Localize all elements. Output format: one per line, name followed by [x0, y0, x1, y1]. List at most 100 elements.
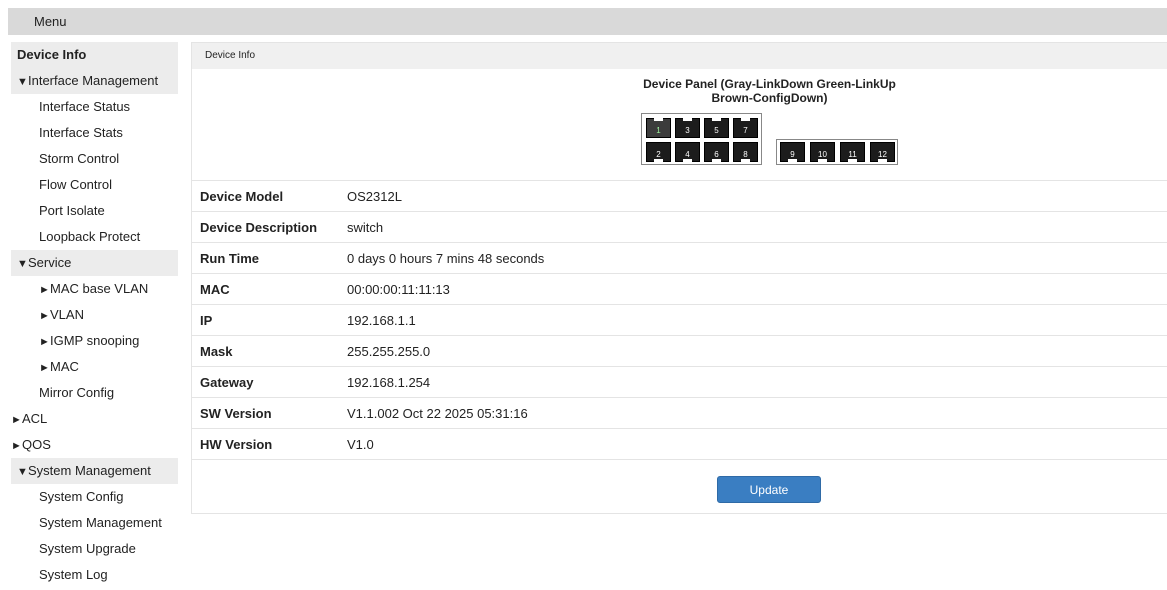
sidebar-item-label: MAC: [50, 359, 79, 374]
sidebar-item-system-log[interactable]: System Log: [11, 562, 178, 588]
collapsed-arrow-icon: ►: [39, 284, 50, 296]
sidebar-item-port-isolate[interactable]: Port Isolate: [11, 198, 178, 224]
info-row: Gateway 192.168.1.254: [192, 366, 1167, 398]
port-9[interactable]: 9: [780, 142, 805, 162]
info-key: MAC: [192, 273, 347, 305]
port-2[interactable]: 2: [646, 142, 671, 162]
collapsed-arrow-icon: ►: [39, 336, 50, 348]
port-8[interactable]: 8: [733, 142, 758, 162]
info-key: Run Time: [192, 242, 347, 274]
sidebar-item-label: QOS: [22, 437, 51, 452]
info-value: 192.168.1.1: [347, 304, 1167, 336]
sidebar-item-acl[interactable]: ►ACL: [11, 406, 178, 432]
info-row: Device Model OS2312L: [192, 181, 1167, 212]
port-group-9-12: 9 10 11 12: [776, 139, 898, 165]
sidebar-item-system-management[interactable]: System Management: [11, 510, 178, 536]
port-11[interactable]: 11: [840, 142, 865, 162]
expanded-arrow-icon: ▼: [17, 466, 28, 478]
sidebar-item-label: Interface Status: [39, 99, 131, 114]
sidebar-item-label: System Upgrade: [39, 541, 136, 556]
sidebar-item-storm-control[interactable]: Storm Control: [11, 146, 178, 172]
sidebar-item-qos[interactable]: ►QOS: [11, 432, 178, 458]
info-key: Mask: [192, 335, 347, 367]
sidebar-item-system-config[interactable]: System Config: [11, 484, 178, 510]
sidebar-item-device-info[interactable]: Device Info: [11, 42, 178, 68]
port-6[interactable]: 6: [704, 142, 729, 162]
port-group-1-8: 1 23 45 67 8: [641, 113, 762, 165]
port-3[interactable]: 3: [675, 118, 700, 138]
sidebar-item-label: Loopback Protect: [39, 229, 141, 244]
sidebar-item-label: Interface Management: [28, 73, 159, 88]
sidebar-item-igmp-snooping[interactable]: ►IGMP snooping: [11, 328, 178, 354]
info-value: 00:00:00:11:11:13: [347, 273, 1167, 305]
sidebar-item-label: Service: [28, 255, 72, 270]
info-row: HW Version V1.0: [192, 428, 1167, 460]
sidebar-item-label: System Management: [39, 515, 162, 530]
device-info-panel: Device Info Device Panel (Gray-LinkDown …: [191, 42, 1167, 514]
device-panel-title-line1: Device Panel (Gray-LinkDown Green-LinkUp: [643, 77, 896, 91]
button-row: Update: [192, 460, 1167, 520]
sidebar-item-label: Interface Stats: [39, 125, 123, 140]
sidebar-item-label: System Log: [39, 567, 108, 582]
sidebar-item-mirror-config[interactable]: Mirror Config: [11, 380, 178, 406]
port-1[interactable]: 1: [646, 118, 671, 138]
sidebar-item-label: System Management: [28, 463, 151, 478]
device-panel-title-line2: Brown-ConfigDown): [711, 91, 828, 105]
sidebar-item-label: ACL: [22, 411, 48, 426]
info-key: SW Version: [192, 397, 347, 429]
sidebar-item-service[interactable]: ▼Service: [11, 250, 178, 276]
sidebar-item-vlan[interactable]: ►VLAN: [11, 302, 178, 328]
sidebar-item-label: VLAN: [50, 307, 84, 322]
port-7[interactable]: 7: [733, 118, 758, 138]
collapsed-arrow-icon: ►: [39, 310, 50, 322]
info-value: V1.0: [347, 428, 1167, 460]
port-12[interactable]: 12: [870, 142, 895, 162]
device-info-table: Device Model OS2312L Device Description swi…: [192, 181, 1167, 460]
sidebar-item-flow-control[interactable]: Flow Control: [11, 172, 178, 198]
info-row: Device Description switch: [192, 211, 1167, 243]
info-value: V1.1.002 Oct 22 2025 05:31:16: [347, 397, 1167, 429]
sidebar-item-mac[interactable]: ►MAC: [11, 354, 178, 380]
info-key: Gateway: [192, 366, 347, 398]
port-4[interactable]: 4: [675, 142, 700, 162]
collapsed-arrow-icon: ►: [39, 362, 50, 374]
sidebar-item-label: MAC base VLAN: [50, 281, 149, 296]
info-key: Device Model: [192, 181, 347, 212]
panel-header: Device Info: [192, 43, 1167, 69]
info-row: SW Version V1.1.002 Oct 22 2025 05:31:16: [192, 397, 1167, 429]
info-row: Mask 255.255.255.0: [192, 335, 1167, 367]
sidebar-item-interface-stats[interactable]: Interface Stats: [11, 120, 178, 146]
expanded-arrow-icon: ▼: [17, 258, 28, 270]
port-10[interactable]: 10: [810, 142, 835, 162]
info-key: IP: [192, 304, 347, 336]
sidebar-item-label: Flow Control: [39, 177, 112, 192]
device-panel-area: Device Panel (Gray-LinkDown Green-LinkUp…: [192, 69, 1167, 181]
info-value: 192.168.1.254: [347, 366, 1167, 398]
sidebar-item-mac-base-vlan[interactable]: ►MAC base VLAN: [11, 276, 178, 302]
sidebar-item-interface-status[interactable]: Interface Status: [11, 94, 178, 120]
top-menu-bar: Menu: [8, 8, 1167, 35]
sidebar-item-interface-management[interactable]: ▼Interface Management: [11, 68, 178, 94]
info-value: OS2312L: [347, 181, 1167, 212]
expanded-arrow-icon: ▼: [17, 76, 28, 88]
collapsed-arrow-icon: ►: [11, 414, 22, 426]
sidebar-item-label: Port Isolate: [39, 203, 105, 218]
info-row: Run Time 0 days 0 hours 7 mins 48 seconds: [192, 242, 1167, 274]
collapsed-arrow-icon: ►: [11, 440, 22, 452]
update-button[interactable]: Update: [717, 476, 821, 503]
sidebar-item-label: Storm Control: [39, 151, 120, 166]
menu-label[interactable]: Menu: [34, 14, 67, 29]
sidebar-item-label: System Config: [39, 489, 124, 504]
port-5[interactable]: 5: [704, 118, 729, 138]
info-row: IP 192.168.1.1: [192, 304, 1167, 336]
sidebar-item-system-management[interactable]: ▼System Management: [11, 458, 178, 484]
device-panel-title: Device Panel (Gray-LinkDown Green-LinkUp…: [592, 77, 947, 105]
sidebar-item-label: Device Info: [17, 47, 87, 62]
info-value: 0 days 0 hours 7 mins 48 seconds: [347, 242, 1167, 274]
sidebar-item-system-upgrade[interactable]: System Upgrade: [11, 536, 178, 562]
info-row: MAC 00:00:00:11:11:13: [192, 273, 1167, 305]
sidebar-item-loopback-protect[interactable]: Loopback Protect: [11, 224, 178, 250]
info-key: HW Version: [192, 428, 347, 460]
sidebar-nav: Device Info ▼Interface Management Interfac…: [11, 42, 178, 588]
sidebar-item-label: Mirror Config: [39, 385, 115, 400]
